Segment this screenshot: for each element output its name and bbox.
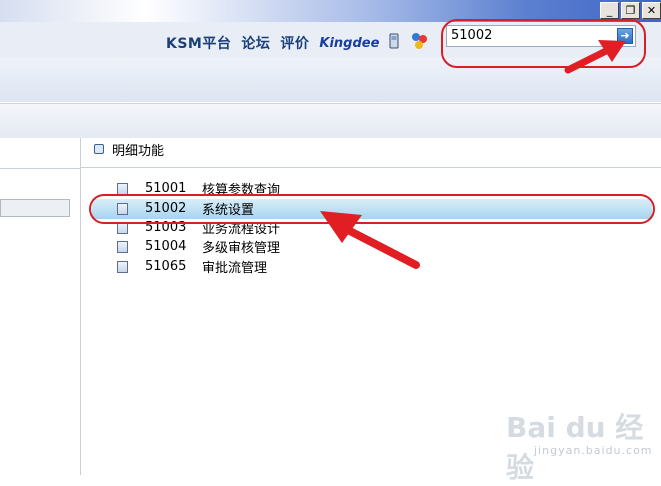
left-nav-selected-item[interactable] xyxy=(0,199,70,217)
list-item[interactable]: 51004 多级审核管理 xyxy=(117,237,280,256)
phone-icon[interactable] xyxy=(389,33,399,53)
minimize-button[interactable]: _ xyxy=(600,2,619,19)
detail-header xyxy=(81,138,661,168)
close-button[interactable]: ✕ xyxy=(642,2,661,19)
restore-button[interactable]: ❐ xyxy=(621,2,640,19)
kingdee-logo[interactable]: Kingdee xyxy=(319,36,379,51)
watermark-url: jingyan.baidu.com xyxy=(534,444,653,457)
toolbar-links: KSM平台 论坛 评价 Kingdee xyxy=(166,31,429,55)
list-item[interactable]: 51065 审批流管理 xyxy=(117,257,267,276)
function-code: 51004 xyxy=(145,239,187,254)
function-name: 审批流管理 xyxy=(202,261,268,276)
detail-header-icon xyxy=(94,144,104,154)
star-logo-icon[interactable] xyxy=(409,31,429,55)
tab-band xyxy=(0,103,661,139)
function-code: 51065 xyxy=(145,259,187,274)
review-link[interactable]: 评价 xyxy=(280,33,309,53)
left-panel-divider xyxy=(0,168,80,169)
document-icon xyxy=(117,240,128,253)
ksm-platform-link[interactable]: KSM平台 xyxy=(166,33,231,53)
document-icon xyxy=(117,260,128,273)
row-arrow-icon xyxy=(320,211,420,269)
detail-header-label: 明细功能 xyxy=(112,144,165,159)
forum-link[interactable]: 论坛 xyxy=(241,33,270,53)
left-navigation-panel xyxy=(0,138,81,475)
search-arrow-icon xyxy=(564,40,626,74)
document-icon xyxy=(117,182,128,195)
window-controls: _ ❐ ✕ xyxy=(600,2,661,19)
function-name: 多级审核管理 xyxy=(202,241,281,256)
